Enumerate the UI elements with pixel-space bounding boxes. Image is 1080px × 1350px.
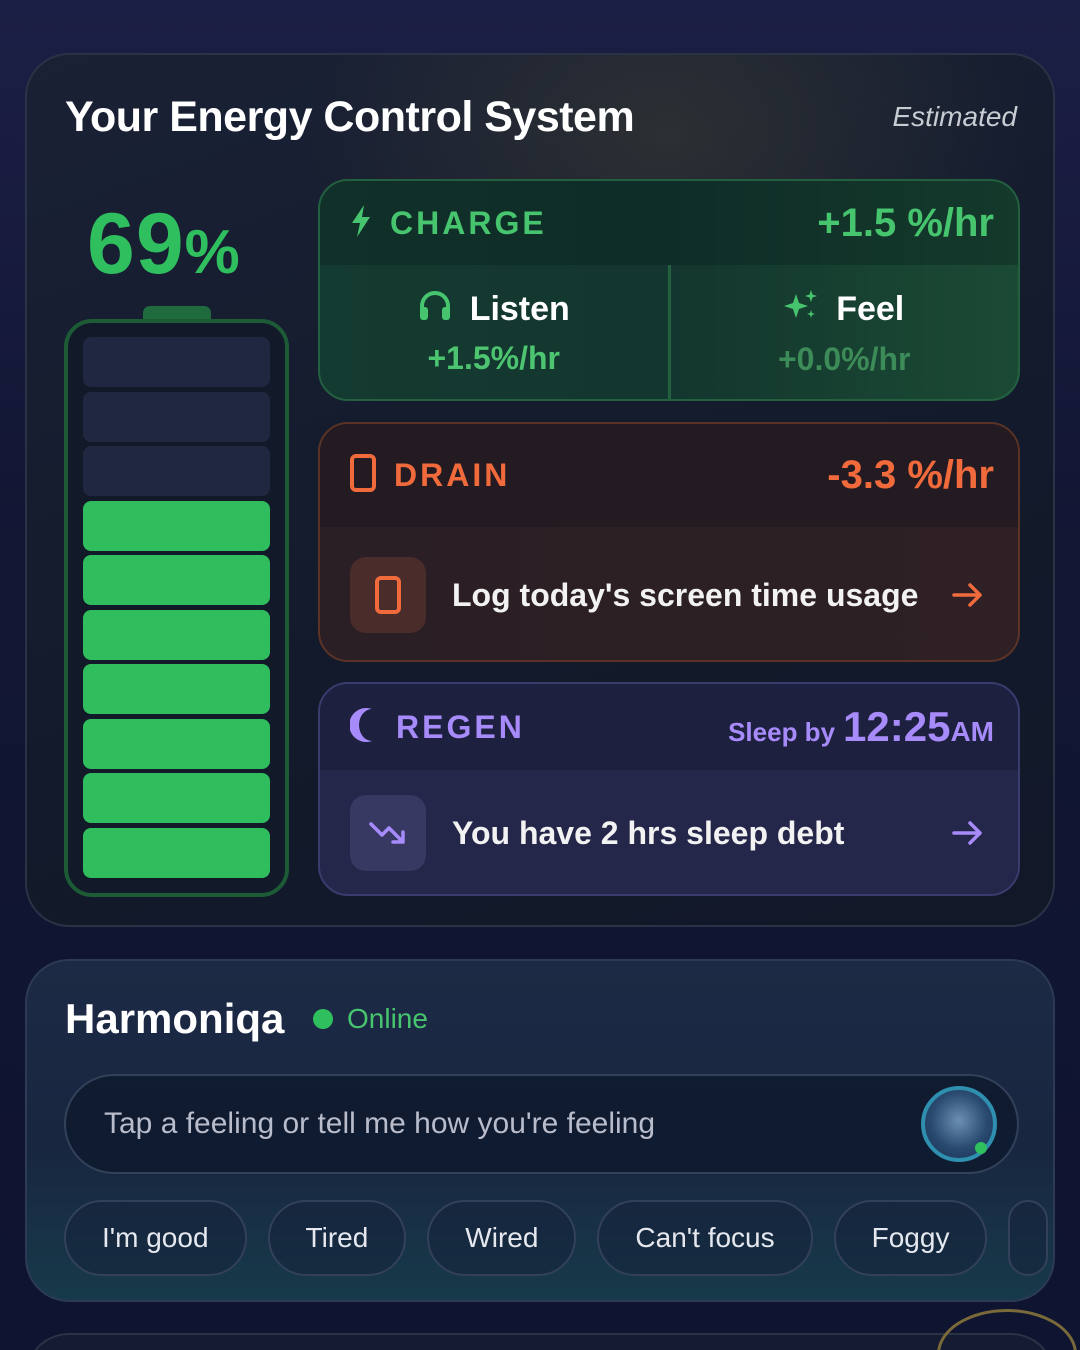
assistant-card: Harmoniqa Online Tap a feeling or tell m… <box>25 959 1055 1302</box>
feel-rate: +0.0%/hr <box>777 341 911 377</box>
battery-meter <box>64 319 289 897</box>
charge-section: CHARGE +1.5 %/hr Listen +1.5%/hr Feel +0… <box>318 179 1020 401</box>
arrow-right-icon <box>948 813 988 853</box>
battery-segment-empty <box>83 391 270 442</box>
phone-icon <box>350 454 376 497</box>
charge-header: CHARGE +1.5 %/hr <box>320 181 1018 265</box>
sleep-by-time: Sleep by 12:25 AM <box>728 703 994 751</box>
headphones-icon <box>418 289 470 330</box>
online-status-dot <box>313 1009 333 1029</box>
battery-segment-filled <box>83 500 270 551</box>
assistant-avatar[interactable] <box>921 1086 997 1162</box>
energy-card-title: Your Energy Control System <box>65 93 635 141</box>
highlight-ring <box>937 1309 1077 1350</box>
regen-title: REGEN <box>396 708 525 745</box>
drain-header: DRAIN -3.3 %/hr <box>320 424 1018 527</box>
lightning-icon <box>350 204 372 243</box>
assistant-name: Harmoniqa <box>65 995 285 1042</box>
chip-im-good[interactable]: I'm good <box>64 1200 247 1276</box>
sleep-ampm: AM <box>950 716 994 747</box>
charge-rate: +1.5 %/hr <box>817 200 994 245</box>
chip-more[interactable] <box>1008 1200 1049 1276</box>
chip-tired[interactable]: Tired <box>267 1200 407 1276</box>
feel-label: Feel <box>836 290 905 328</box>
phone-icon <box>350 556 426 633</box>
log-screen-time-button[interactable]: Log today's screen time usage <box>320 527 1018 660</box>
battery-segment-filled <box>83 609 270 660</box>
battery-percent-symbol: % <box>184 218 240 287</box>
drain-title: DRAIN <box>394 457 511 493</box>
estimated-label: Estimated <box>892 101 1018 132</box>
status-badge: Online <box>313 1003 428 1035</box>
drain-rate: -3.3 %/hr <box>827 453 994 497</box>
listen-label: Listen <box>469 290 570 328</box>
chip-foggy[interactable]: Foggy <box>833 1200 988 1276</box>
charge-title: CHARGE <box>390 204 547 241</box>
charge-feel-item[interactable]: Feel +0.0%/hr <box>667 265 1019 399</box>
battery-segment-filled <box>83 664 270 714</box>
feeling-input[interactable]: Tap a feeling or tell me how you're feel… <box>64 1074 1019 1174</box>
regen-header: REGEN Sleep by 12:25 AM <box>320 684 1018 770</box>
battery-segment-empty <box>83 337 270 387</box>
sleep-time: 12:25 <box>843 703 951 750</box>
log-screen-time-text: Log today's screen time usage <box>452 576 919 613</box>
listen-rate: +1.5%/hr <box>427 340 560 376</box>
sleep-debt-button[interactable]: You have 2 hrs sleep debt <box>320 770 1018 894</box>
moon-icon <box>349 707 378 748</box>
sparkle-icon <box>784 288 836 331</box>
regen-section: REGEN Sleep by 12:25 AM You have 2 hrs s… <box>318 682 1020 896</box>
chip-wired[interactable]: Wired <box>427 1200 577 1276</box>
next-card <box>25 1333 1055 1350</box>
feeling-input-placeholder: Tap a feeling or tell me how you're feel… <box>104 1107 656 1140</box>
status-text: Online <box>347 1003 428 1034</box>
feeling-chips: I'm good Tired Wired Can't focus Foggy <box>64 1200 1053 1276</box>
battery-segment-filled <box>83 718 270 769</box>
sleep-debt-text: You have 2 hrs sleep debt <box>452 815 845 851</box>
battery-segment-filled <box>83 773 270 823</box>
energy-control-card: Your Energy Control System Estimated 69%… <box>25 53 1055 927</box>
chip-cant-focus[interactable]: Can't focus <box>597 1200 813 1276</box>
battery-percentage: 69% <box>87 195 240 294</box>
arrow-right-icon <box>948 575 988 615</box>
battery-segment-filled <box>83 827 270 878</box>
sleep-by-label: Sleep by <box>728 717 836 747</box>
avatar-online-dot <box>975 1142 987 1154</box>
trending-down-icon <box>350 795 426 871</box>
battery-percent-value: 69 <box>87 196 185 292</box>
battery-segment-filled <box>83 555 270 605</box>
drain-section: DRAIN -3.3 %/hr Log today's screen time … <box>318 422 1020 662</box>
battery-segment-empty <box>83 446 270 496</box>
charge-listen-item[interactable]: Listen +1.5%/hr <box>320 265 668 399</box>
